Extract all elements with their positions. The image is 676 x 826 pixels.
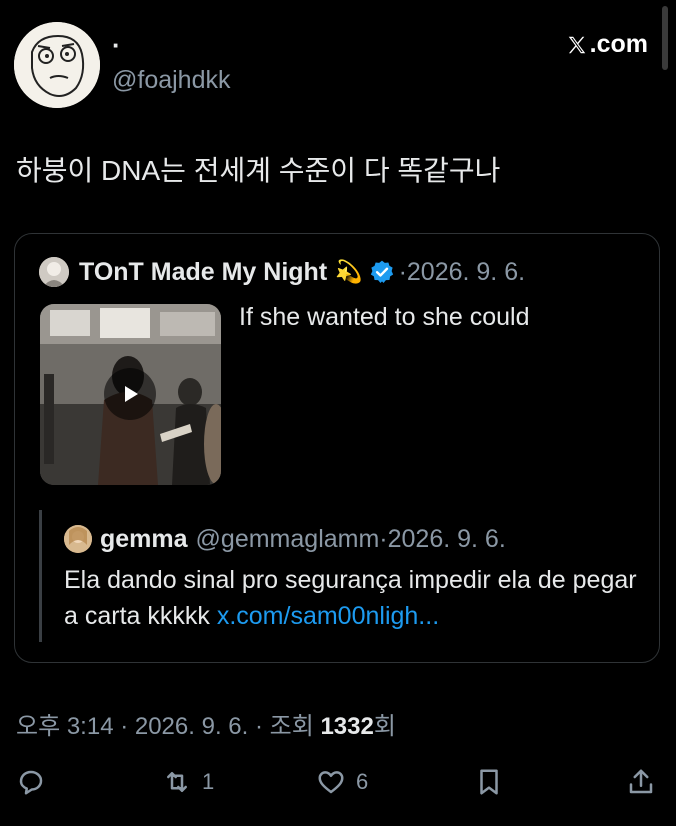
nested-tweet-link[interactable]: x.com/sam00nligh... — [217, 602, 439, 630]
x-logo-icon — [568, 36, 585, 53]
reply-button[interactable] — [16, 760, 56, 804]
quoted-author-name[interactable]: TOnT Made My Night — [79, 258, 327, 287]
view-count: 1332 — [320, 713, 374, 740]
quoted-tweet-header: TOnT Made My Night 💫 ·2026. 9. 6. — [39, 256, 525, 288]
nested-author-avatar[interactable] — [64, 525, 92, 553]
nested-tweet-text: Ela dando sinal pro segurança impedir el… — [64, 562, 644, 634]
quoted-author-avatar[interactable] — [39, 257, 69, 287]
author-display-name[interactable]: · — [112, 30, 121, 60]
like-button[interactable]: 6 — [316, 760, 368, 804]
share-button[interactable] — [626, 760, 656, 804]
nested-author-name[interactable]: gemma — [100, 525, 188, 554]
tweet-text: 하붕이 DNA는 전세계 수준이 다 똑같구나 — [16, 155, 501, 186]
brand-domain: .com — [589, 30, 648, 58]
bookmark-button[interactable] — [474, 760, 504, 804]
dizzy-emoji: 💫 — [335, 259, 363, 284]
nested-avatar-image — [64, 525, 92, 553]
view-count-suffix: 회 — [373, 713, 396, 740]
retweet-button[interactable]: 1 — [162, 760, 214, 804]
bookmark-icon — [480, 769, 498, 795]
video-thumbnail[interactable] — [40, 304, 221, 485]
brand-logo: .com — [566, 30, 648, 59]
author-handle[interactable]: @foajhdkk — [112, 64, 231, 96]
nested-quoted-tweet[interactable]: gemma @gemmaglamm·2026. 9. 6. Ela dando … — [39, 510, 642, 642]
retweet-icon — [167, 772, 187, 792]
quoted-avatar-image — [39, 257, 69, 287]
like-count: 6 — [356, 769, 369, 794]
reply-icon — [19, 770, 43, 795]
nested-author-handle[interactable]: @gemmaglamm·2026. 9. 6. — [196, 525, 506, 554]
scroll-indicator[interactable] — [662, 6, 668, 70]
author-avatar[interactable] — [14, 22, 100, 108]
share-icon — [629, 769, 653, 794]
tweet-actions-bar: 1 6 — [0, 760, 676, 804]
tweet-meta: 오후 3:14 · 2026. 9. 6. · 조회 1332회 — [16, 706, 396, 741]
tweet-screen: · @foajhdkk .com 하붕이 DNA는 전세계 수준이 다 똑같구나… — [0, 0, 676, 826]
play-button[interactable] — [104, 368, 156, 420]
play-icon — [125, 386, 138, 402]
heart-icon — [318, 771, 344, 794]
quoted-tweet-text: If she wanted to she could — [239, 303, 530, 331]
rage-face-avatar-image — [14, 22, 100, 108]
retweet-count: 1 — [202, 769, 215, 794]
quoted-tweet-date: ·2026. 9. 6. — [398, 257, 526, 286]
nested-tweet-header: gemma @gemmaglamm·2026. 9. 6. — [64, 524, 506, 554]
tweet-timestamp[interactable]: 오후 3:14 · 2026. 9. 6. · 조회 — [16, 713, 320, 740]
verified-badge-icon — [370, 260, 393, 283]
quoted-tweet-card[interactable]: TOnT Made My Night 💫 ·2026. 9. 6. If she… — [14, 233, 660, 663]
